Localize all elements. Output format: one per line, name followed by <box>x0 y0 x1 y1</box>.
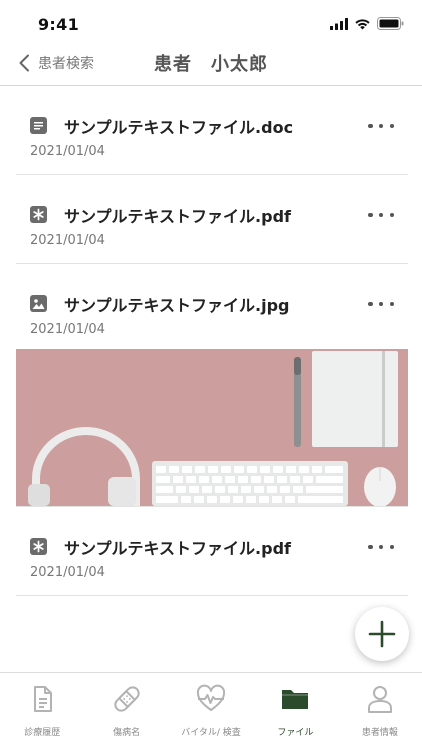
tab-label: 診療履歴 <box>24 728 61 738</box>
navigation-bar: 患者検索 患者 小太郎 <box>0 46 422 86</box>
tab-diagnosis[interactable]: 傷病名 <box>84 673 168 750</box>
tab-files[interactable]: ファイル <box>253 673 337 750</box>
plus-icon <box>368 620 396 648</box>
file-date: 2021/01/04 <box>30 144 105 159</box>
more-options-button[interactable] <box>368 300 394 308</box>
desk-photo <box>16 349 408 506</box>
status-time: 9:41 <box>38 15 79 34</box>
more-options-button[interactable] <box>368 543 394 551</box>
bandage-icon <box>113 686 140 712</box>
cellular-signal-icon <box>330 17 348 30</box>
file-date: 2021/01/04 <box>30 233 105 248</box>
tab-bar: 診療履歴 傷病名 バイタル/ 検査 ファイル 患者情報 <box>0 672 422 750</box>
battery-icon <box>377 17 404 30</box>
divider <box>16 595 408 596</box>
more-options-button[interactable] <box>368 211 394 219</box>
heart-pulse-icon <box>196 684 226 711</box>
file-item[interactable]: サンプルテキストファイル.pdf 2021/01/04 <box>16 175 408 264</box>
folder-icon <box>282 690 309 709</box>
tab-label: 患者情報 <box>361 728 398 738</box>
tab-vitals-tests[interactable]: バイタル/ 検査 <box>169 673 253 750</box>
image-file-icon <box>30 295 47 312</box>
document-file-icon <box>30 117 47 134</box>
file-name: サンプルテキストファイル.pdf <box>64 207 291 226</box>
page-title: 患者 小太郎 <box>0 50 422 76</box>
more-options-button[interactable] <box>368 122 394 130</box>
tab-medical-history[interactable]: 診療履歴 <box>0 673 84 750</box>
file-date: 2021/01/04 <box>30 565 105 580</box>
file-item[interactable]: サンプルテキストファイル.pdf 2021/01/04 <box>16 507 408 596</box>
person-icon <box>367 686 392 713</box>
tab-label: バイタル/ 検査 <box>181 728 241 738</box>
page-title-text: 患者 小太郎 <box>154 54 268 75</box>
add-file-button[interactable] <box>355 607 409 661</box>
status-bar: 9:41 <box>0 0 422 46</box>
file-name: サンプルテキストファイル.pdf <box>64 539 291 558</box>
tab-patient-info[interactable]: 患者情報 <box>338 673 422 750</box>
file-item[interactable]: サンプルテキストファイル.jpg 2021/01/04 <box>16 264 408 507</box>
file-list: サンプルテキストファイル.doc 2021/01/04 サンプルテキストファイル… <box>0 86 422 596</box>
document-icon <box>34 686 53 712</box>
file-name: サンプルテキストファイル.doc <box>64 118 294 137</box>
status-icons <box>330 17 404 30</box>
pdf-file-icon <box>30 538 47 555</box>
wifi-icon <box>355 18 370 29</box>
pdf-file-icon <box>30 206 47 223</box>
file-name: サンプルテキストファイル.jpg <box>64 296 290 315</box>
file-item[interactable]: サンプルテキストファイル.doc 2021/01/04 <box>16 86 408 175</box>
tab-label: 傷病名 <box>113 728 141 738</box>
file-date: 2021/01/04 <box>30 322 105 337</box>
image-preview[interactable] <box>16 349 408 506</box>
tab-label: ファイル <box>277 728 314 738</box>
